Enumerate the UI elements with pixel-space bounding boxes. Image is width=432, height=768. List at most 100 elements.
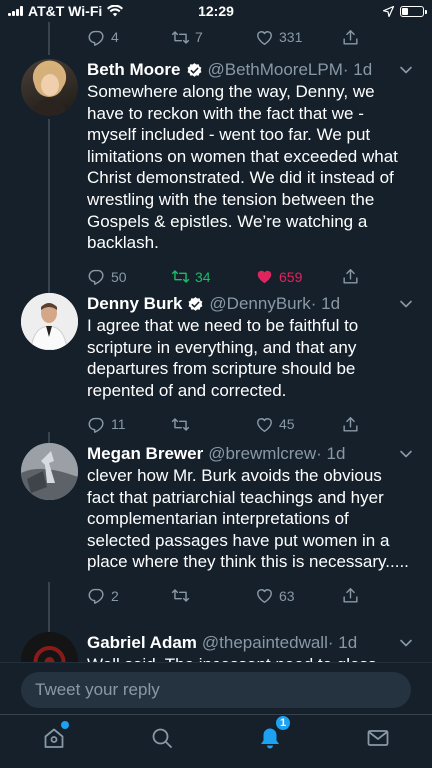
reply-input[interactable]: Tweet your reply [21,672,411,708]
like-count: 659 [279,268,303,285]
reply-button[interactable]: 50 [87,267,171,286]
share-button[interactable] [341,586,360,605]
reply-button[interactable]: 4 [87,28,171,47]
author-name[interactable]: Gabriel Adam [87,633,197,653]
author-name[interactable]: Beth Moore [87,60,181,80]
retweet-button[interactable] [171,586,255,605]
tab-search[interactable] [149,725,175,751]
heart-icon [257,418,272,432]
search-icon [152,728,172,748]
conversation-feed[interactable]: 4 7 331 Beth Moore @BethMooreLPM · 1d So… [0,22,432,662]
status-left: AT&T Wi-Fi [8,3,124,19]
thread-line [48,22,50,55]
tweet-header: Denny Burk @DennyBurk · 1d [87,293,413,315]
reply-count: 2 [111,587,119,604]
notifications-badge: 1 [275,714,291,731]
battery-icon [400,5,427,17]
reply-button[interactable]: 11 [87,415,171,434]
action-row: 2 63 [87,584,413,608]
wifi-icon [107,5,124,17]
chevron-down-icon[interactable] [399,447,413,461]
action-row: 4 7 331 [87,25,413,49]
tab-messages[interactable] [365,725,391,751]
status-right [383,5,427,17]
retweet-icon [171,30,190,44]
tweet-text: Somewhere along the way, Denny, we have … [87,82,398,253]
share-button[interactable] [341,267,360,286]
tweet-header: Megan Brewer @brewmlcrew · 1d [87,443,413,465]
like-button[interactable]: 63 [255,586,341,605]
avatar-image [21,632,78,662]
share-icon [343,29,358,45]
thread-line [48,582,50,632]
like-button[interactable]: 659 [255,267,341,286]
tweet-header: Beth Moore @BethMooreLPM · 1d [87,59,413,81]
tweet-header: Gabriel Adam @thepaintedwall · 1d [87,632,413,654]
like-count: 63 [279,587,295,604]
home-unread-dot [61,720,69,729]
heart-icon [257,30,272,45]
chevron-down-icon[interactable] [399,63,413,77]
avatar-image [21,293,78,350]
tweet-timestamp: · 1d [342,60,373,79]
author-handle[interactable]: @BethMooreLPM [208,60,343,80]
carrier-label: AT&T Wi-Fi [28,3,103,19]
tweet-text: Well said. The incessant need to gloss [87,654,413,662]
reply-count: 50 [111,268,127,285]
avatar[interactable] [21,632,78,662]
avatar-image [31,65,68,116]
signal-icon [8,6,23,16]
retweet-icon [171,270,190,284]
share-icon [343,416,358,432]
retweet-count: 7 [195,29,203,45]
retweet-count: 34 [195,268,211,285]
author-name[interactable]: Denny Burk [87,294,182,314]
like-button[interactable]: 331 [255,28,341,47]
heart-icon [257,589,272,604]
like-count: 45 [279,416,295,433]
thread-line [48,119,50,294]
share-icon [343,588,358,604]
messages-icon [367,729,389,746]
tab-home[interactable] [41,720,69,751]
verified-badge-icon [187,62,201,77]
retweet-button[interactable] [171,415,255,434]
author-handle[interactable]: @brewmlcrew [208,444,316,464]
retweet-icon [171,418,190,431]
reply-icon [88,30,104,46]
like-count: 331 [279,29,303,45]
share-icon [343,269,358,284]
action-row: 11 45 [87,412,413,436]
reply-placeholder: Tweet your reply [35,680,160,699]
author-handle[interactable]: @DennyBurk [209,294,310,314]
reply-icon [88,589,104,605]
tweet-timestamp: · 1d [310,294,341,313]
like-button[interactable]: 45 [255,415,341,434]
avatar-image [21,443,78,500]
tweet-timestamp: · 1d [327,633,358,652]
location-arrow-icon [383,5,394,17]
reply-icon [88,417,104,433]
retweet-button[interactable]: 34 [171,267,255,286]
retweet-icon [171,589,190,603]
author-name[interactable]: Megan Brewer [87,444,203,464]
reply-count: 11 [111,416,126,433]
reply-icon [88,270,104,286]
avatar[interactable] [21,293,78,350]
share-button[interactable] [341,415,360,434]
verified-badge-icon [188,296,203,311]
tweet-text: I agree that we need to be faithful to s… [87,316,359,400]
reply-button[interactable]: 2 [87,586,171,605]
divider [0,662,432,663]
share-button[interactable] [341,28,360,47]
tab-notifications[interactable]: 1 [257,714,291,751]
avatar[interactable] [21,443,78,500]
home-icon [44,728,64,748]
author-handle[interactable]: @thepaintedwall [202,633,328,653]
avatar[interactable] [21,59,78,116]
chevron-down-icon[interactable] [399,636,413,650]
tweet-timestamp: · 1d [316,444,346,463]
chevron-down-icon[interactable] [399,297,413,311]
retweet-button[interactable]: 7 [171,28,255,47]
tab-bar: 1 [0,714,432,768]
